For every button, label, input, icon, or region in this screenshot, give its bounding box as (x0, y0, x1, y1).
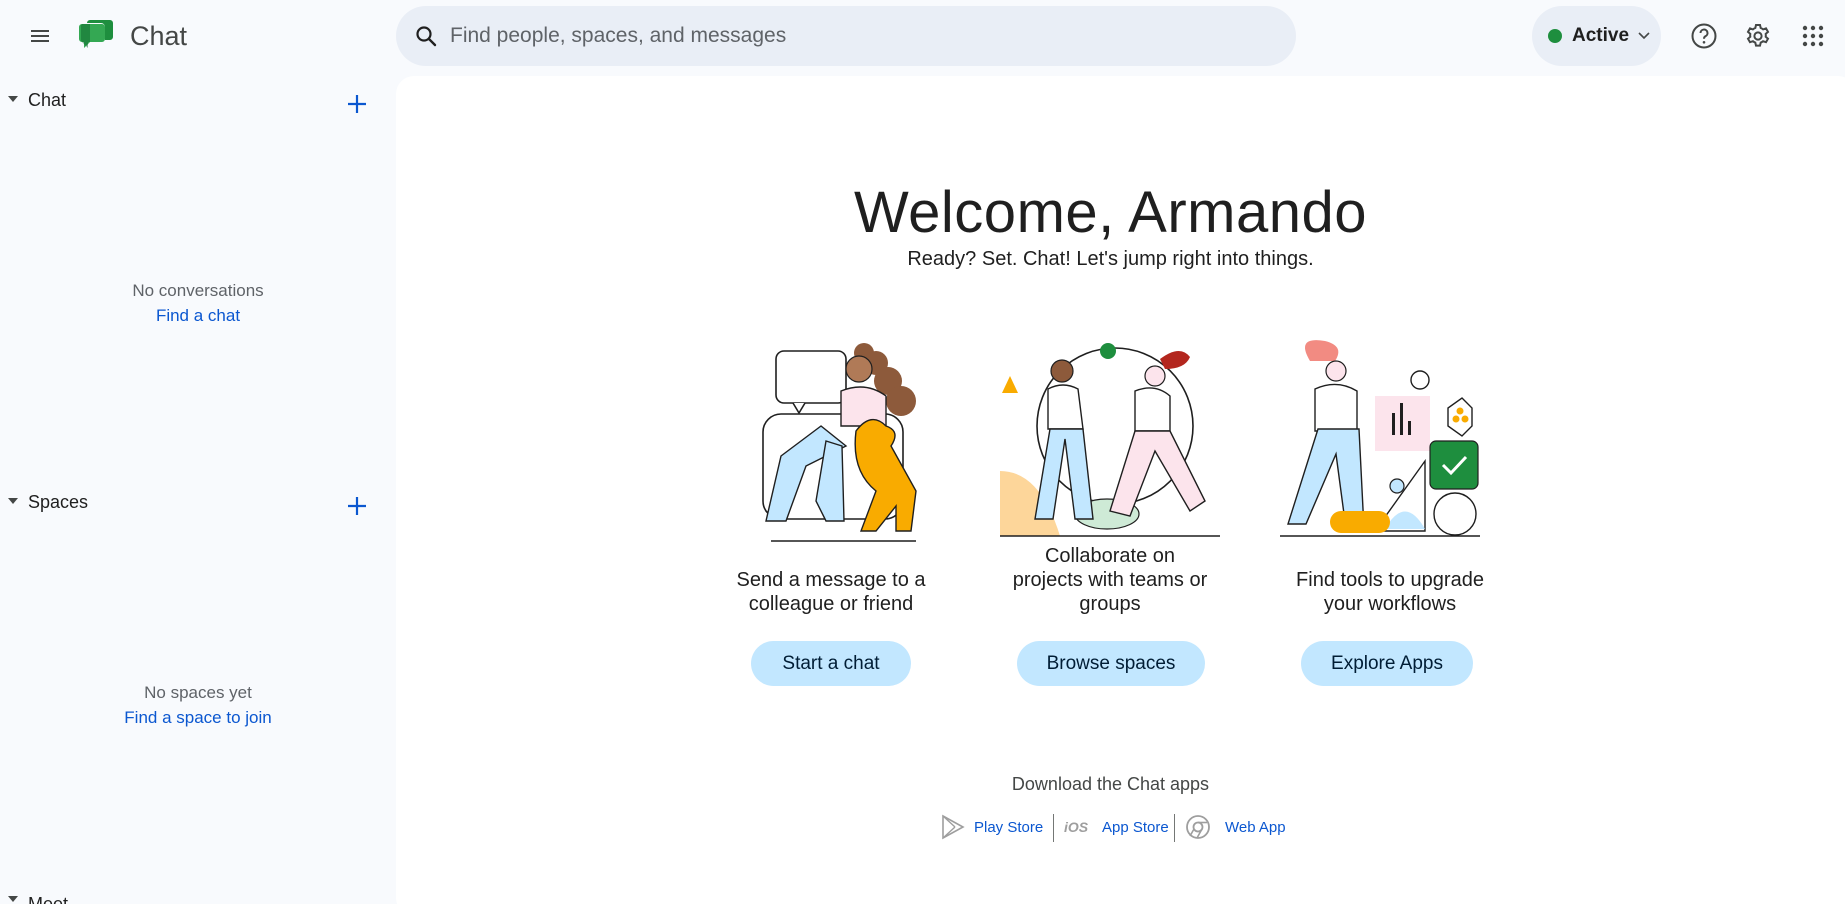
spaces-section-header[interactable]: Spaces (0, 474, 396, 530)
spaces-empty-state: No spaces yet Find a space to join (0, 680, 396, 730)
sidebar: Chat No conversations Find a chat Spaces… (0, 72, 396, 904)
start-chat-card: Send a message to a colleague or friend … (701, 331, 961, 701)
find-a-chat-link[interactable]: Find a chat (156, 303, 240, 328)
card-description-line: Find tools to upgrade (1296, 569, 1484, 591)
browse-spaces-card: Collaborate on projects with teams or gr… (980, 331, 1240, 701)
card-description-line: groups (1079, 593, 1141, 615)
new-chat-plus-icon[interactable] (337, 84, 377, 124)
start-a-chat-button[interactable]: Start a chat (751, 641, 911, 686)
web-app-link[interactable]: Web App (1185, 810, 1286, 844)
download-apps-title: Download the Chat apps (1011, 774, 1210, 794)
divider (1053, 814, 1054, 842)
app-title: Chat (130, 21, 188, 51)
chrome-icon (1186, 815, 1210, 839)
chat-section-header[interactable]: Chat (0, 72, 396, 128)
play-store-icon (942, 814, 965, 840)
card-description-line: colleague or friend (748, 593, 914, 615)
status-selector[interactable]: Active (1532, 6, 1661, 66)
person-with-dog-illustration (762, 343, 917, 542)
settings-button[interactable] (1738, 16, 1778, 56)
meet-section-header[interactable]: Meet (0, 884, 396, 904)
explore-apps-button[interactable]: Explore Apps (1301, 641, 1473, 686)
web-app-label[interactable]: Web App (1225, 819, 1286, 836)
browse-spaces-button[interactable]: Browse spaces (1017, 641, 1205, 686)
divider (1174, 814, 1175, 842)
app-store-link[interactable]: iOS App Store (1064, 810, 1169, 844)
apps-button[interactable] (1793, 16, 1833, 56)
menu-icon (31, 30, 49, 42)
settings-icon (1746, 24, 1770, 47)
help-icon (1691, 23, 1717, 49)
app-store-label[interactable]: App Store (1102, 819, 1169, 836)
ios-icon: iOS (1064, 819, 1089, 835)
chat-empty-state: No conversations Find a chat (0, 278, 396, 328)
play-store-label[interactable]: Play Store (974, 819, 1043, 836)
chat-logo-icon[interactable] (78, 18, 114, 54)
main-panel: Welcome, Armando Ready? Set. Chat! Let's… (396, 76, 1845, 904)
main-menu-button[interactable] (20, 16, 60, 56)
status-dot (1548, 29, 1562, 43)
card-description-line: Send a message to a (736, 569, 926, 591)
search-icon[interactable] (414, 24, 438, 48)
two-people-collaborating-illustration (1000, 343, 1220, 537)
welcome-subtitle: Ready? Set. Chat! Let's jump right into … (907, 248, 1314, 270)
collapse-caret-icon[interactable] (8, 896, 18, 902)
collapse-caret-icon[interactable] (8, 498, 18, 504)
apps-grid-icon (1802, 25, 1824, 47)
card-description-line: your workflows (1323, 593, 1457, 615)
spaces-section-title: Spaces (28, 492, 89, 512)
no-spaces-text: No spaces yet (144, 683, 252, 702)
status-label: Active (1572, 25, 1630, 46)
top-bar: Chat Active (0, 0, 1845, 72)
collapse-caret-icon[interactable] (8, 96, 18, 102)
download-links-row: Play Store iOS App Store Web App (396, 810, 1825, 844)
explore-apps-card: Find tools to upgrade your workflows Exp… (1260, 331, 1520, 701)
welcome-title: Welcome, Armando (853, 180, 1368, 245)
card-description-line: projects with teams or (1012, 569, 1208, 591)
search-input[interactable] (450, 6, 1270, 66)
help-button[interactable] (1684, 16, 1724, 56)
find-a-space-link[interactable]: Find a space to join (124, 705, 271, 730)
play-store-link[interactable]: Play Store (940, 810, 1043, 844)
new-space-plus-icon[interactable] (337, 486, 377, 526)
search-bar[interactable] (396, 6, 1296, 66)
no-conversations-text: No conversations (132, 281, 264, 300)
chat-section-title: Chat (28, 90, 67, 110)
chevron-down-icon (1638, 32, 1650, 40)
meet-section-title: Meet (28, 894, 69, 904)
workflow-tools-illustration (1280, 340, 1480, 537)
card-description-line: Collaborate on (1044, 545, 1176, 567)
